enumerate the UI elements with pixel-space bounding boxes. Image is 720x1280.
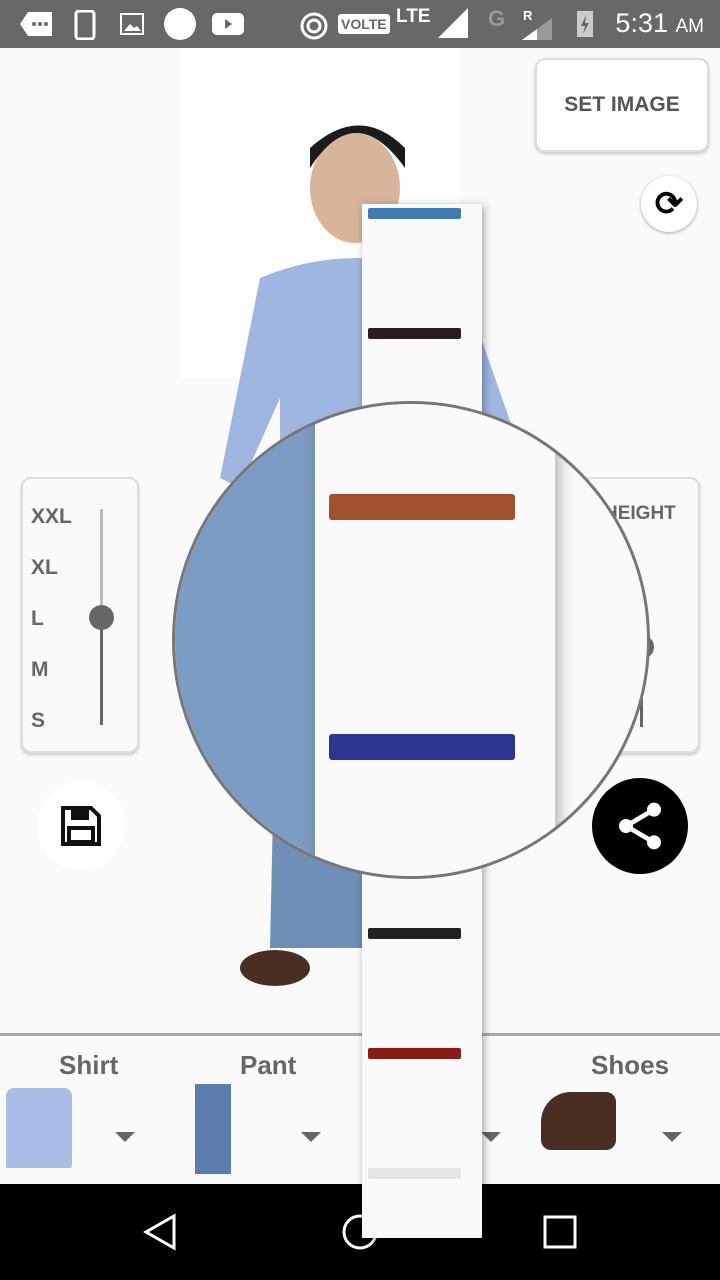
magnified-belt-brown	[329, 494, 515, 520]
magnifier-lens	[172, 401, 650, 879]
network-g-label: G	[488, 6, 506, 31]
dropdown-arrow-icon[interactable]	[481, 1132, 501, 1142]
belt-option[interactable]	[368, 1168, 461, 1179]
size-label-xl: XL	[31, 556, 58, 579]
size-label-s: S	[31, 709, 46, 732]
magnified-jeans	[175, 404, 315, 876]
back-icon[interactable]	[140, 1212, 180, 1252]
dropdown-arrow-icon[interactable]	[662, 1132, 682, 1142]
category-label-shirt: Shirt	[59, 1050, 119, 1080]
signal-roaming-icon	[522, 18, 552, 40]
magnified-dropdown	[315, 404, 555, 876]
size-slider-fill	[100, 617, 103, 725]
magnified-belt-navy	[329, 734, 515, 760]
hotspot-icon	[300, 12, 328, 40]
size-label-xxl: XXL	[31, 505, 72, 528]
size-label-m: M	[31, 658, 49, 681]
clock: 5:31 AM	[615, 8, 704, 38]
circle-icon	[164, 8, 196, 40]
belt-option[interactable]	[368, 328, 461, 339]
size-label-l: L	[31, 607, 44, 630]
recents-icon[interactable]	[542, 1214, 578, 1250]
battery-charging-icon	[577, 11, 593, 37]
phone-sync-icon	[74, 10, 96, 40]
refresh-icon: ⟳	[654, 185, 684, 223]
floppy-disk-icon	[61, 806, 101, 846]
status-bar: VOLTE LTE G R 5:31 AM	[0, 0, 720, 48]
belt-option[interactable]	[368, 1048, 461, 1059]
category-bar: Shirt Pant Shoes	[0, 1033, 720, 1184]
dropdown-arrow-icon[interactable]	[115, 1132, 135, 1142]
share-icon	[619, 802, 661, 850]
category-label-shoes: Shoes	[591, 1050, 670, 1080]
belt-option[interactable]	[368, 928, 461, 939]
category-label-pant: Pant	[240, 1050, 297, 1080]
pant-thumbnail	[195, 1084, 231, 1174]
shoes-thumbnail	[541, 1092, 616, 1150]
more-notifications-icon	[20, 12, 52, 36]
lte-label: LTE	[396, 6, 431, 27]
share-button[interactable]	[592, 778, 688, 874]
shirt-thumbnail	[6, 1088, 72, 1168]
volte-badge: VOLTE	[338, 14, 390, 34]
rotate-button[interactable]: ⟳	[641, 176, 697, 232]
belt-option[interactable]	[368, 208, 461, 219]
signal-icon	[438, 8, 468, 38]
size-slider-thumb[interactable]	[89, 605, 114, 630]
set-image-button[interactable]: SET IMAGE	[535, 58, 709, 152]
navigation-bar	[0, 1184, 720, 1280]
dropdown-arrow-icon[interactable]	[301, 1132, 321, 1142]
image-icon	[120, 13, 144, 35]
size-slider-panel: XXL XL L M S	[21, 477, 139, 753]
save-button[interactable]	[37, 782, 125, 870]
youtube-icon	[212, 13, 244, 35]
